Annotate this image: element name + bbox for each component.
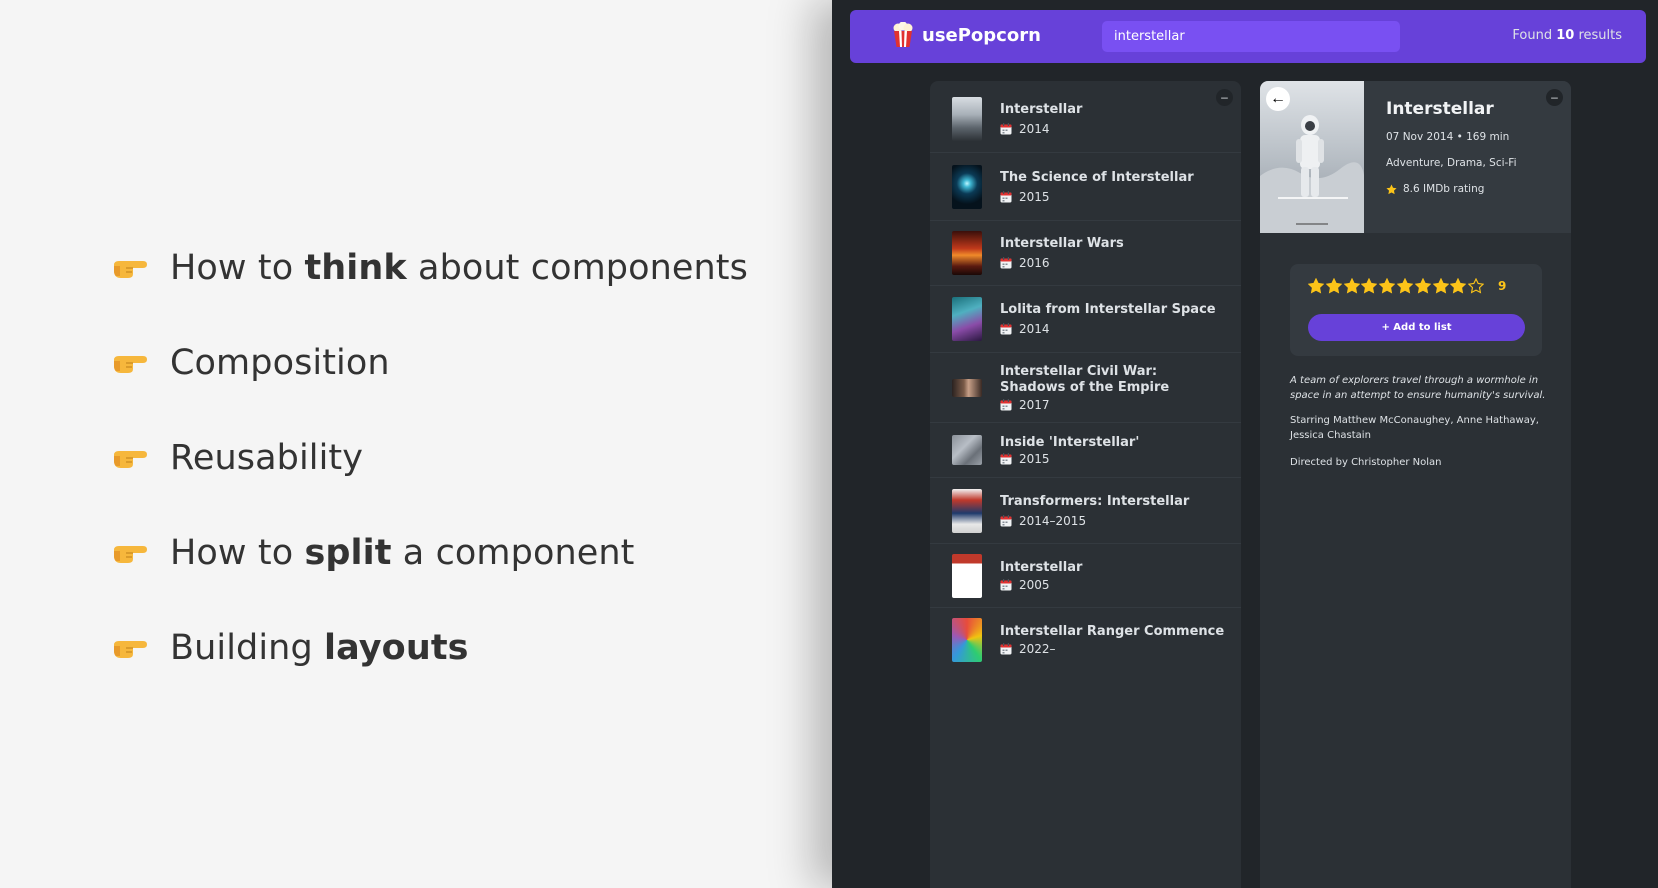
pointing-hand-icon: [112, 350, 150, 376]
movie-list: Interstellar 2014 The Science of Interst…: [930, 81, 1241, 671]
movie-year: 2016: [1019, 256, 1050, 270]
rating-star-icon[interactable]: [1396, 277, 1414, 294]
movie-poster: [952, 297, 982, 341]
movie-list-item[interactable]: Interstellar Ranger Commence 2022–: [930, 608, 1241, 671]
movie-list-item[interactable]: Interstellar Civil War: Shadows of the E…: [930, 353, 1241, 423]
movie-poster: [952, 435, 982, 465]
movie-year: 2015: [1019, 451, 1050, 466]
calendar-icon: [1000, 257, 1012, 269]
movie-title: The Science of Interstellar: [1000, 169, 1194, 185]
use-popcorn-app: usePopcorn Found 10 results – Interstell…: [832, 0, 1658, 888]
calendar-icon: [1000, 578, 1012, 591]
rating-star-icon[interactable]: [1343, 277, 1360, 294]
movie-list-item[interactable]: Interstellar 2005: [930, 544, 1241, 608]
movie-poster: [952, 231, 982, 275]
popcorn-icon: [892, 21, 914, 48]
calendar-icon: [1000, 642, 1012, 655]
details-imdb-rating: 8.6 IMDb rating: [1386, 183, 1517, 195]
slide-panel: How to think about components Compositio…: [0, 0, 832, 888]
movie-poster: [952, 378, 982, 397]
movie-title: Interstellar: [1000, 101, 1083, 117]
calendar-icon: [1000, 514, 1012, 527]
movie-year: 2015: [1019, 189, 1050, 204]
bullet-item: Building layouts: [112, 628, 748, 668]
rating-value: 9: [1497, 279, 1507, 293]
collapse-list-button[interactable]: –: [1216, 89, 1233, 106]
logo: usePopcorn: [892, 21, 1041, 48]
movie-year: 2014: [1019, 121, 1050, 136]
movie-details-box: – ← Interstellar 07 Nov 2014 • 169 min A…: [1260, 81, 1571, 888]
movie-title: Inside 'Interstellar': [1000, 434, 1140, 450]
calendar-icon: [1000, 323, 1012, 335]
pointing-hand-icon: [112, 540, 150, 566]
calendar-icon: [1000, 190, 1012, 203]
bullet-item: Reusability: [112, 438, 748, 478]
movie-list-box: – Interstellar 2014 The Science of Inter…: [930, 81, 1241, 888]
movie-year: 2014: [1019, 322, 1050, 336]
rating-star-icon[interactable]: [1325, 277, 1343, 294]
rating-star-icon[interactable]: [1307, 277, 1325, 294]
movie-year: 2014–2015: [1019, 513, 1087, 528]
bullet-list: How to think about components Compositio…: [112, 248, 748, 723]
movie-year: 2017: [1019, 397, 1050, 412]
rating-star-icon[interactable]: [1432, 277, 1449, 294]
movie-list-item[interactable]: Lolita from Interstellar Space 2014: [930, 286, 1241, 353]
calendar-icon: [1000, 398, 1012, 411]
back-button[interactable]: ←: [1266, 87, 1290, 111]
movie-poster: [952, 488, 982, 533]
bullet-item: How to split a component: [112, 533, 748, 573]
details-plot: A team of explorers travel through a wor…: [1290, 375, 1546, 401]
search-input[interactable]: [1102, 21, 1400, 52]
calendar-icon: [1000, 452, 1012, 465]
details-genre: Adventure, Drama, Sci-Fi: [1386, 157, 1517, 169]
nav-bar: usePopcorn Found 10 results: [850, 10, 1646, 63]
star-rating: 9: [1307, 277, 1507, 294]
star-icon: [1386, 184, 1397, 195]
calendar-icon: [1000, 122, 1012, 135]
details-header: ← Interstellar 07 Nov 2014 • 169 min Adv…: [1260, 81, 1571, 233]
details-release-runtime: 07 Nov 2014 • 169 min: [1386, 131, 1510, 143]
pointing-hand-icon: [112, 635, 150, 661]
movie-poster: [952, 553, 982, 598]
rating-star-icon[interactable]: [1467, 277, 1485, 294]
rating-star-icon[interactable]: [1361, 277, 1378, 294]
movie-title: Interstellar Civil War: Shadows of the E…: [1000, 363, 1170, 395]
details-body: A team of explorers travel through a wor…: [1290, 373, 1546, 482]
movie-title: Interstellar: [1000, 559, 1083, 575]
pointing-hand-icon: [112, 255, 150, 281]
collapse-details-button[interactable]: –: [1546, 89, 1563, 106]
add-to-list-button[interactable]: + Add to list: [1308, 314, 1525, 341]
rating-star-icon[interactable]: [1414, 277, 1432, 294]
details-overview: Interstellar 07 Nov 2014 • 169 min Adven…: [1364, 81, 1517, 233]
movie-title: Lolita from Interstellar Space: [1000, 302, 1216, 317]
movie-list-item[interactable]: Inside 'Interstellar' 2015: [930, 423, 1241, 478]
movie-poster: [952, 96, 982, 141]
movie-poster: [952, 617, 982, 662]
movie-title: Interstellar Wars: [1000, 236, 1124, 251]
details-starring: Starring Matthew McConaughey, Anne Hatha…: [1290, 415, 1539, 441]
movie-list-item[interactable]: Interstellar Wars 2016: [930, 221, 1241, 286]
rating-star-icon[interactable]: [1378, 277, 1396, 294]
movie-title: Interstellar Ranger Commence: [1000, 623, 1225, 639]
movie-year: 2005: [1019, 577, 1050, 592]
movie-year: 2022–: [1019, 641, 1056, 656]
movie-list-item[interactable]: The Science of Interstellar 2015: [930, 153, 1241, 221]
bullet-item: How to think about components: [112, 248, 748, 288]
details-title: Interstellar: [1386, 99, 1494, 119]
pointing-hand-icon: [112, 445, 150, 471]
movie-list-item[interactable]: Interstellar 2014: [930, 85, 1241, 153]
details-director: Directed by Christopher Nolan: [1290, 457, 1442, 468]
movie-title: Transformers: Interstellar: [1000, 493, 1190, 509]
logo-text: usePopcorn: [922, 24, 1041, 46]
bullet-item: Composition: [112, 343, 748, 383]
movie-poster: [952, 164, 982, 209]
rating-panel: 9 + Add to list: [1290, 264, 1542, 356]
movie-list-item[interactable]: Transformers: Interstellar 2014–2015: [930, 478, 1241, 544]
results-count: Found 10 results: [1512, 28, 1622, 43]
rating-star-icon[interactable]: [1450, 277, 1467, 294]
